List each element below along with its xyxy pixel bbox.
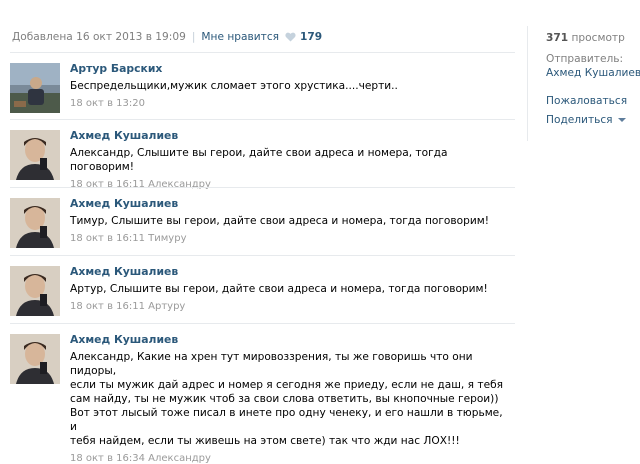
avatar[interactable] — [10, 63, 60, 113]
comment-date[interactable]: 18 окт в 16:11 — [70, 233, 145, 244]
comment-body: Артур Барских Беспредельщики,мужик слома… — [70, 62, 510, 109]
comment-reply-to[interactable]: Александру — [148, 453, 211, 464]
comment-body: Ахмед Кушалиев Тимур, Слышите вы герои, … — [70, 197, 510, 244]
comment-author[interactable]: Ахмед Кушалиев — [70, 333, 510, 346]
divider — [10, 255, 515, 256]
views-label: просмотр — [571, 32, 625, 44]
comment-author[interactable]: Ахмед Кушалиев — [70, 197, 510, 210]
like-button[interactable]: Мне нравится — [201, 31, 279, 43]
comment-reply-to[interactable]: Тимуру — [148, 233, 186, 244]
comment-date[interactable]: 18 окт в 16:34 — [70, 453, 145, 464]
comment-author[interactable]: Ахмед Кушалиев — [70, 129, 510, 142]
post-header: Добавлена 16 окт 2013 в 19:09 | Мне нрав… — [12, 31, 322, 43]
share-button[interactable]: Поделиться — [546, 114, 640, 126]
divider — [10, 323, 515, 324]
header-separator: | — [191, 31, 196, 43]
comment-meta: 18 окт в 16:34 Александру — [70, 453, 510, 464]
comment-body: Ахмед Кушалиев Александр, Какие на хрен … — [70, 333, 510, 464]
caret-down-icon — [617, 118, 626, 122]
avatar[interactable] — [10, 334, 60, 384]
comment-reply-to[interactable]: Александру — [148, 179, 211, 190]
avatar[interactable] — [10, 198, 60, 248]
comment-meta: 18 окт в 13:20 — [70, 98, 510, 109]
views-counter: 371 просмотр — [546, 32, 640, 44]
comment-meta: 18 окт в 16:11 Тимуру — [70, 233, 510, 244]
avatar[interactable] — [10, 130, 60, 180]
heart-icon[interactable] — [285, 32, 296, 42]
comment-date[interactable]: 18 окт в 16:11 — [70, 301, 145, 312]
post-sidebar: 371 просмотр Отправитель: Ахмед Кушалиев… — [527, 26, 640, 141]
comment-reply-to[interactable]: Артуру — [148, 301, 185, 312]
divider — [10, 52, 515, 53]
comment-text: Беспредельщики,мужик сломает этого хруст… — [70, 80, 398, 92]
comment-text: Александр, Какие на хрен тут мировоззрен… — [70, 351, 503, 447]
share-label: Поделиться — [546, 114, 613, 126]
comment-text: Тимур, Слышите вы герои, дайте свои адре… — [70, 215, 489, 227]
divider — [10, 119, 515, 120]
avatar[interactable] — [10, 266, 60, 316]
comment-meta: 18 окт в 16:11 Артуру — [70, 301, 510, 312]
comment-author[interactable]: Артур Барских — [70, 62, 510, 75]
comment-date[interactable]: 18 окт в 13:20 — [70, 98, 145, 109]
sender-name-link[interactable]: Ахмед Кушалиев — [546, 67, 640, 79]
comment-author[interactable]: Ахмед Кушалиев — [70, 265, 510, 278]
sender-label: Отправитель: — [546, 53, 624, 65]
report-link[interactable]: Пожаловаться — [546, 95, 640, 107]
like-count[interactable]: 179 — [300, 31, 322, 43]
comment-text: Александр, Слышите вы герои, дайте свои … — [70, 147, 448, 173]
comment-text: Артур, Слышите вы герои, дайте свои адре… — [70, 283, 488, 295]
comment-body: Ахмед Кушалиев Александр, Слышите вы гер… — [70, 129, 510, 190]
comment-meta: 18 окт в 16:11 Александру — [70, 179, 510, 190]
post-added-date: Добавлена 16 окт 2013 в 19:09 — [12, 31, 186, 43]
comment-date[interactable]: 18 окт в 16:11 — [70, 179, 145, 190]
divider — [10, 187, 515, 188]
views-count: 371 — [546, 32, 569, 44]
comment-body: Ахмед Кушалиев Артур, Слышите вы герои, … — [70, 265, 510, 312]
